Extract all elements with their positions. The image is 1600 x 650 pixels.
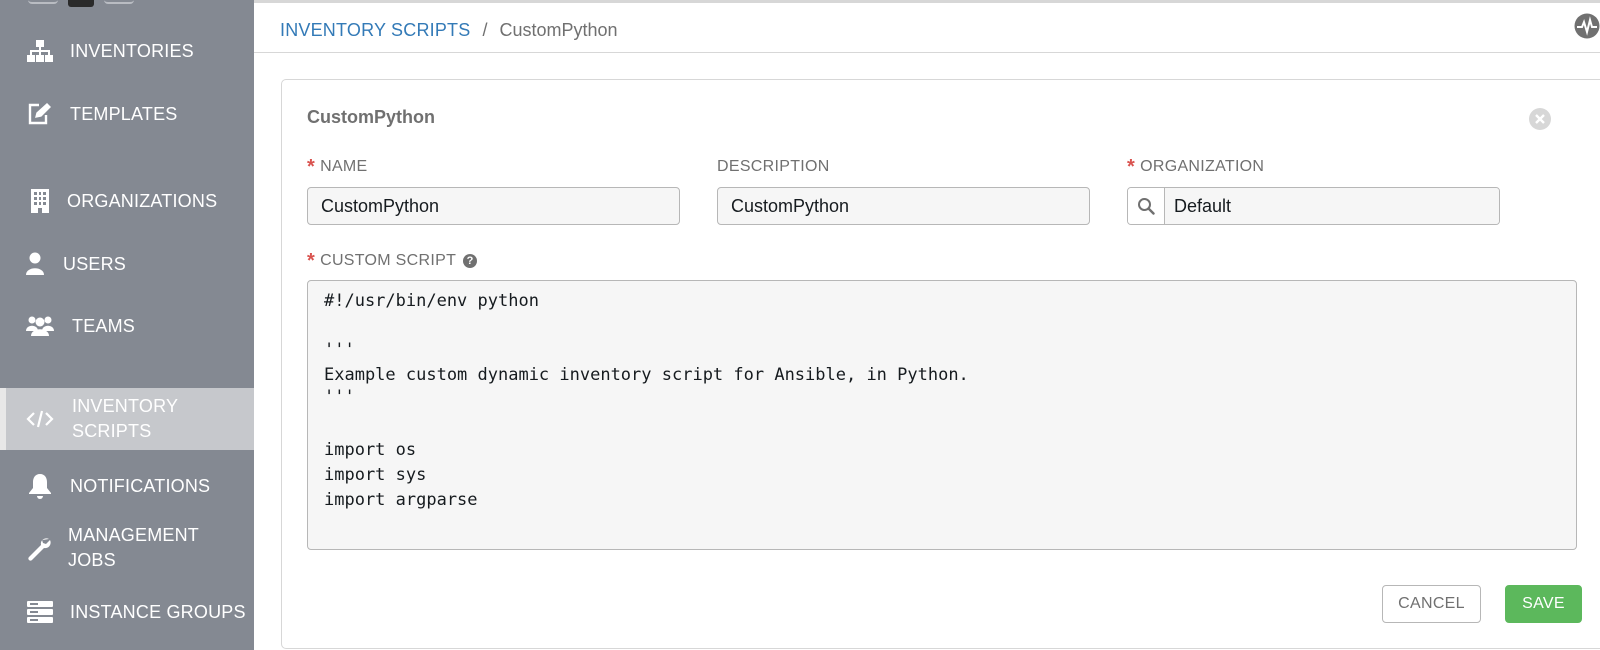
- sidebar-item-instance-groups[interactable]: INSTANCE GROUPS: [0, 596, 254, 628]
- code-line: ''': [324, 387, 355, 407]
- organization-lookup-button[interactable]: [1128, 188, 1165, 224]
- description-label: DESCRIPTION: [717, 158, 830, 175]
- app-window: INVENTORIES TEMPLATES ORGANIZATIONS USER…: [0, 0, 1600, 650]
- panel-title: CustomPython: [307, 107, 435, 127]
- breadcrumb-inventory-scripts-link[interactable]: INVENTORY SCRIPTS: [280, 20, 470, 41]
- sidebar-item-label: INSTANCE GROUPS: [70, 601, 246, 622]
- breadcrumb: INVENTORY SCRIPTS / CustomPython: [280, 17, 618, 43]
- sidebar-item-organizations[interactable]: ORGANIZATIONS: [0, 185, 254, 217]
- sidebar-item-inventory-scripts[interactable]: INVENTORY SCRIPTS: [0, 388, 254, 450]
- activity-stream-icon[interactable]: [1574, 13, 1600, 39]
- code-line: ''': [324, 340, 355, 360]
- required-marker: *: [307, 250, 316, 272]
- custom-script-label: * CUSTOM SCRIPT ?: [307, 250, 478, 272]
- close-button[interactable]: [1529, 108, 1551, 130]
- sidebar-item-teams[interactable]: TEAMS: [0, 310, 254, 342]
- organization-field[interactable]: [1165, 188, 1499, 224]
- name-field[interactable]: [307, 187, 680, 225]
- bell-icon: [25, 471, 55, 501]
- sidebar-item-inventories[interactable]: INVENTORIES: [0, 35, 254, 67]
- sidebar-item-label: USERS: [63, 253, 127, 274]
- wrench-icon: [25, 535, 55, 565]
- cancel-button[interactable]: CANCEL: [1382, 585, 1481, 623]
- sidebar-item-notifications[interactable]: NOTIFICATIONS: [0, 470, 254, 502]
- required-marker: *: [307, 156, 316, 178]
- sidebar-item-label: NOTIFICATIONS: [70, 475, 211, 496]
- organization-label: * ORGANIZATION: [1127, 156, 1265, 178]
- building-icon: [25, 186, 55, 216]
- description-field[interactable]: [717, 187, 1090, 225]
- breadcrumb-current: CustomPython: [499, 19, 618, 40]
- organization-lookup: [1127, 187, 1500, 225]
- sidebar-item-management-jobs[interactable]: MANAGEMENT JOBS: [0, 521, 254, 577]
- logo: [28, 0, 134, 8]
- script-form-panel: CustomPython * NAME DESCRIPTION * ORGANI…: [281, 79, 1600, 649]
- sidebar: INVENTORIES TEMPLATES ORGANIZATIONS USER…: [0, 0, 254, 650]
- sidebar-item-label: TEMPLATES: [70, 103, 178, 124]
- code-line: #!/usr/bin/env python: [324, 291, 539, 311]
- code-line: import os: [324, 440, 417, 460]
- sidebar-item-label: ORGANIZATIONS: [67, 190, 218, 211]
- user-icon: [20, 249, 50, 279]
- pencil-square-icon: [25, 99, 55, 129]
- sidebar-item-label: TEAMS: [72, 315, 136, 336]
- sidebar-item-label: MANAGEMENT JOBS: [68, 525, 200, 570]
- sidebar-item-label: INVENTORY SCRIPTS: [72, 396, 179, 441]
- close-icon: [1535, 114, 1545, 124]
- name-label: * NAME: [307, 156, 368, 178]
- sidebar-item-users[interactable]: USERS: [0, 248, 254, 280]
- header-divider: [254, 52, 1600, 53]
- search-icon: [1138, 198, 1155, 215]
- users-icon: [25, 311, 55, 341]
- server-icon: [25, 597, 55, 627]
- sidebar-item-templates[interactable]: TEMPLATES: [0, 98, 254, 130]
- help-icon[interactable]: ?: [463, 254, 478, 268]
- required-marker: *: [1127, 156, 1136, 178]
- main-content: INVENTORY SCRIPTS / CustomPython CustomP…: [254, 3, 1600, 650]
- code-line: import argparse: [324, 490, 478, 510]
- code-line: import sys: [324, 465, 427, 485]
- code-line: Example custom dynamic inventory script …: [324, 365, 969, 385]
- custom-script-editor[interactable]: #!/usr/bin/env python ''' Example custom…: [307, 280, 1577, 550]
- save-button[interactable]: SAVE: [1505, 585, 1582, 623]
- breadcrumb-separator: /: [482, 19, 488, 40]
- sitemap-icon: [25, 36, 55, 66]
- sidebar-item-label: INVENTORIES: [70, 40, 194, 61]
- code-icon: [25, 404, 55, 434]
